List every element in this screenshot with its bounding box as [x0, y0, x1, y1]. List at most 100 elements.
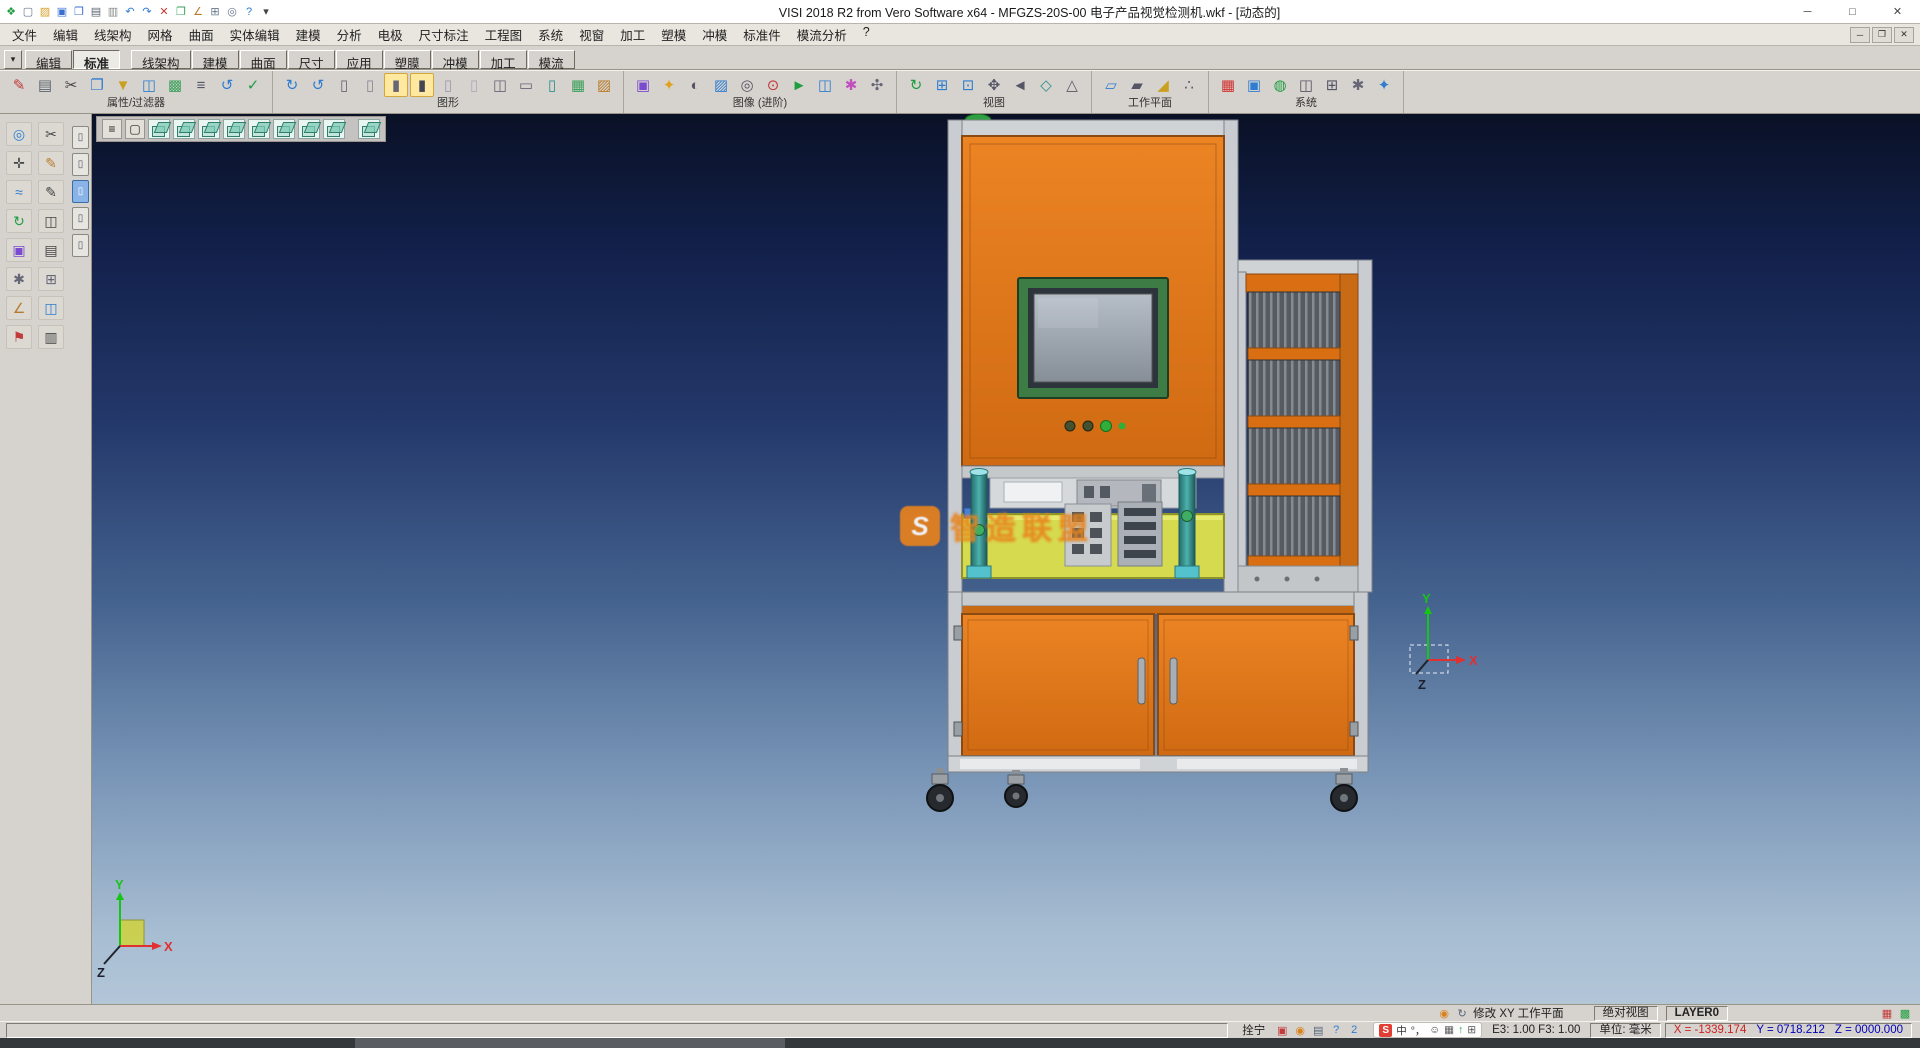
grid-tool-icon[interactable]: ⊞	[38, 267, 64, 291]
layer-color-swatch-icon[interactable]: ▦	[1879, 1006, 1895, 1021]
redraw-icon[interactable]: ↻	[280, 73, 304, 97]
maximize-button[interactable]: □	[1830, 0, 1875, 23]
image-settings-icon[interactable]: ✣	[865, 73, 889, 97]
rotate-view-icon[interactable]: ↻	[904, 73, 928, 97]
menu-mold[interactable]: 塑模	[653, 23, 694, 46]
tab-stamping[interactable]: 冲模	[432, 50, 479, 69]
perspective-view-icon[interactable]: △	[1060, 73, 1084, 97]
undo-icon[interactable]: ↶	[122, 3, 138, 21]
delete-icon[interactable]: ✕	[156, 3, 172, 21]
filter-apply-icon[interactable]: ✓	[241, 73, 265, 97]
menu-mesh[interactable]: 网格	[140, 23, 181, 46]
workplane-rotate-icon[interactable]: ◢	[1151, 73, 1175, 97]
view-mode-indicator[interactable]: 绝对视图	[1594, 1006, 1658, 1021]
menu-file[interactable]: 文件	[4, 23, 45, 46]
filter-layers-icon[interactable]: ◫	[137, 73, 161, 97]
layer-manager-icon[interactable]: ◫	[1294, 73, 1318, 97]
save-all-icon[interactable]: ❐	[71, 3, 87, 21]
workplane-new-icon[interactable]: ▱	[1099, 73, 1123, 97]
menu-die[interactable]: 冲模	[694, 23, 735, 46]
menu-surface[interactable]: 曲面	[181, 23, 222, 46]
pan-view-icon[interactable]: ✥	[982, 73, 1006, 97]
transparent-mode-icon[interactable]: ▯	[436, 73, 460, 97]
capture-icon[interactable]: ◎	[224, 3, 240, 21]
menu-standard-parts[interactable]: 标准件	[735, 23, 789, 46]
bounding-box-icon[interactable]: ▭	[514, 73, 538, 97]
tab-dimension[interactable]: 尺寸	[288, 50, 335, 69]
toggle-points[interactable]: ▯	[72, 207, 89, 230]
tab-standard[interactable]: 标准	[73, 50, 120, 69]
background-image-icon[interactable]: ▨	[709, 73, 733, 97]
wireframe-mode-icon[interactable]: ▯	[332, 73, 356, 97]
mdi-minimize-button[interactable]: ─	[1850, 27, 1870, 43]
grid-settings-icon[interactable]: ⊞	[1320, 73, 1344, 97]
menu-modeling[interactable]: 建模	[288, 23, 329, 46]
view-top[interactable]	[148, 119, 170, 139]
menu-window[interactable]: 视窗	[571, 23, 612, 46]
units-indicator[interactable]: 单位: 毫米	[1590, 1023, 1660, 1038]
tab-machining[interactable]: 加工	[480, 50, 527, 69]
spline-tool-icon[interactable]: ≈	[6, 180, 32, 204]
zoom-window-icon[interactable]: ⊞	[930, 73, 954, 97]
close-button[interactable]: ✕	[1875, 0, 1920, 23]
3d-viewport[interactable]: Y X Z Y X Z ≡ ▢	[92, 114, 1920, 1004]
save-file-icon[interactable]: ▣	[54, 3, 70, 21]
trim-scissors-icon[interactable]: ✂	[38, 122, 64, 146]
sketch-pencil-icon[interactable]: ✎	[38, 151, 64, 175]
view-iso-nw[interactable]	[323, 119, 345, 139]
toggle-surfaces[interactable]: ▯	[72, 153, 89, 176]
render-scene-icon[interactable]: ▣	[631, 73, 655, 97]
shadows-icon[interactable]: ◐	[683, 73, 707, 97]
hidden-line-mode-icon[interactable]: ▯	[358, 73, 382, 97]
3d-model[interactable]: Y X Z Y X Z	[92, 114, 1920, 1004]
new-file-icon[interactable]: ▢	[20, 3, 36, 21]
ime-punctuation-toggle[interactable]: °，	[1411, 1023, 1426, 1038]
open-file-icon[interactable]: ▨	[37, 3, 53, 21]
menu-wireframe[interactable]: 线架构	[86, 23, 140, 46]
menu-flow-analysis[interactable]: 模流分析	[789, 23, 855, 46]
filter-lines-icon[interactable]: ≡	[189, 73, 213, 97]
zoom-extents-icon[interactable]: ⊡	[956, 73, 980, 97]
view-right[interactable]	[198, 119, 220, 139]
active-layer-indicator[interactable]: LAYER0	[1666, 1006, 1728, 1021]
previous-view-icon[interactable]: ◄	[1008, 73, 1032, 97]
count-badge[interactable]: 2	[1346, 1023, 1362, 1038]
view-left[interactable]	[223, 119, 245, 139]
color-settings-icon[interactable]: ▦	[1216, 73, 1240, 97]
snapshot-tray-icon[interactable]: ◉	[1292, 1023, 1308, 1038]
attr-copy-icon[interactable]: ❐	[85, 73, 109, 97]
filter-color-icon[interactable]: ▩	[163, 73, 187, 97]
view-iso-ne[interactable]	[298, 119, 320, 139]
network-icon[interactable]: ◍	[1268, 73, 1292, 97]
menu-system[interactable]: 系统	[530, 23, 571, 46]
shaded-edges-mode-icon[interactable]: ▮	[410, 73, 434, 97]
app-icon[interactable]: ❖	[3, 3, 19, 21]
regenerate-icon[interactable]: ↺	[306, 73, 330, 97]
prompt-dot-icon[interactable]: ◉	[1436, 1006, 1452, 1021]
toggle-solids[interactable]: ▯	[72, 126, 89, 149]
ime-emoji-icon[interactable]: ☺	[1429, 1024, 1440, 1036]
ghost-mode-icon[interactable]: ▯	[462, 73, 486, 97]
tab-molding[interactable]: 塑膜	[384, 50, 431, 69]
attr-cut-icon[interactable]: ✂	[59, 73, 83, 97]
view-bottom[interactable]	[273, 119, 295, 139]
tab-application[interactable]: 应用	[336, 50, 383, 69]
lower-cabinet[interactable]	[948, 592, 1368, 772]
dimension-tool-icon[interactable]: ∠	[6, 296, 32, 320]
view-user[interactable]	[358, 119, 380, 139]
grid-swatch-icon[interactable]: ▩	[1897, 1006, 1913, 1021]
attr-paint-icon[interactable]: ✎	[7, 73, 31, 97]
toggle-planes[interactable]: ▯	[72, 234, 89, 257]
image-tool-icon[interactable]: ▣	[6, 238, 32, 262]
measure-icon[interactable]: ∠	[190, 3, 206, 21]
stereo-view-icon[interactable]: ◫	[813, 73, 837, 97]
tab-wireframe[interactable]: 线架构	[131, 50, 191, 69]
texture-display-icon[interactable]: ▨	[592, 73, 616, 97]
viewbar-menu-icon[interactable]: ≡	[102, 119, 122, 139]
menu-help[interactable]: ?	[855, 23, 878, 46]
plot-preview-icon[interactable]: ▥	[105, 3, 121, 21]
animation-play-icon[interactable]: ►	[787, 73, 811, 97]
section-view-icon[interactable]: ◫	[488, 73, 512, 97]
shaded-mode-icon[interactable]: ▮	[384, 73, 408, 97]
filter-reset-icon[interactable]: ↺	[215, 73, 239, 97]
